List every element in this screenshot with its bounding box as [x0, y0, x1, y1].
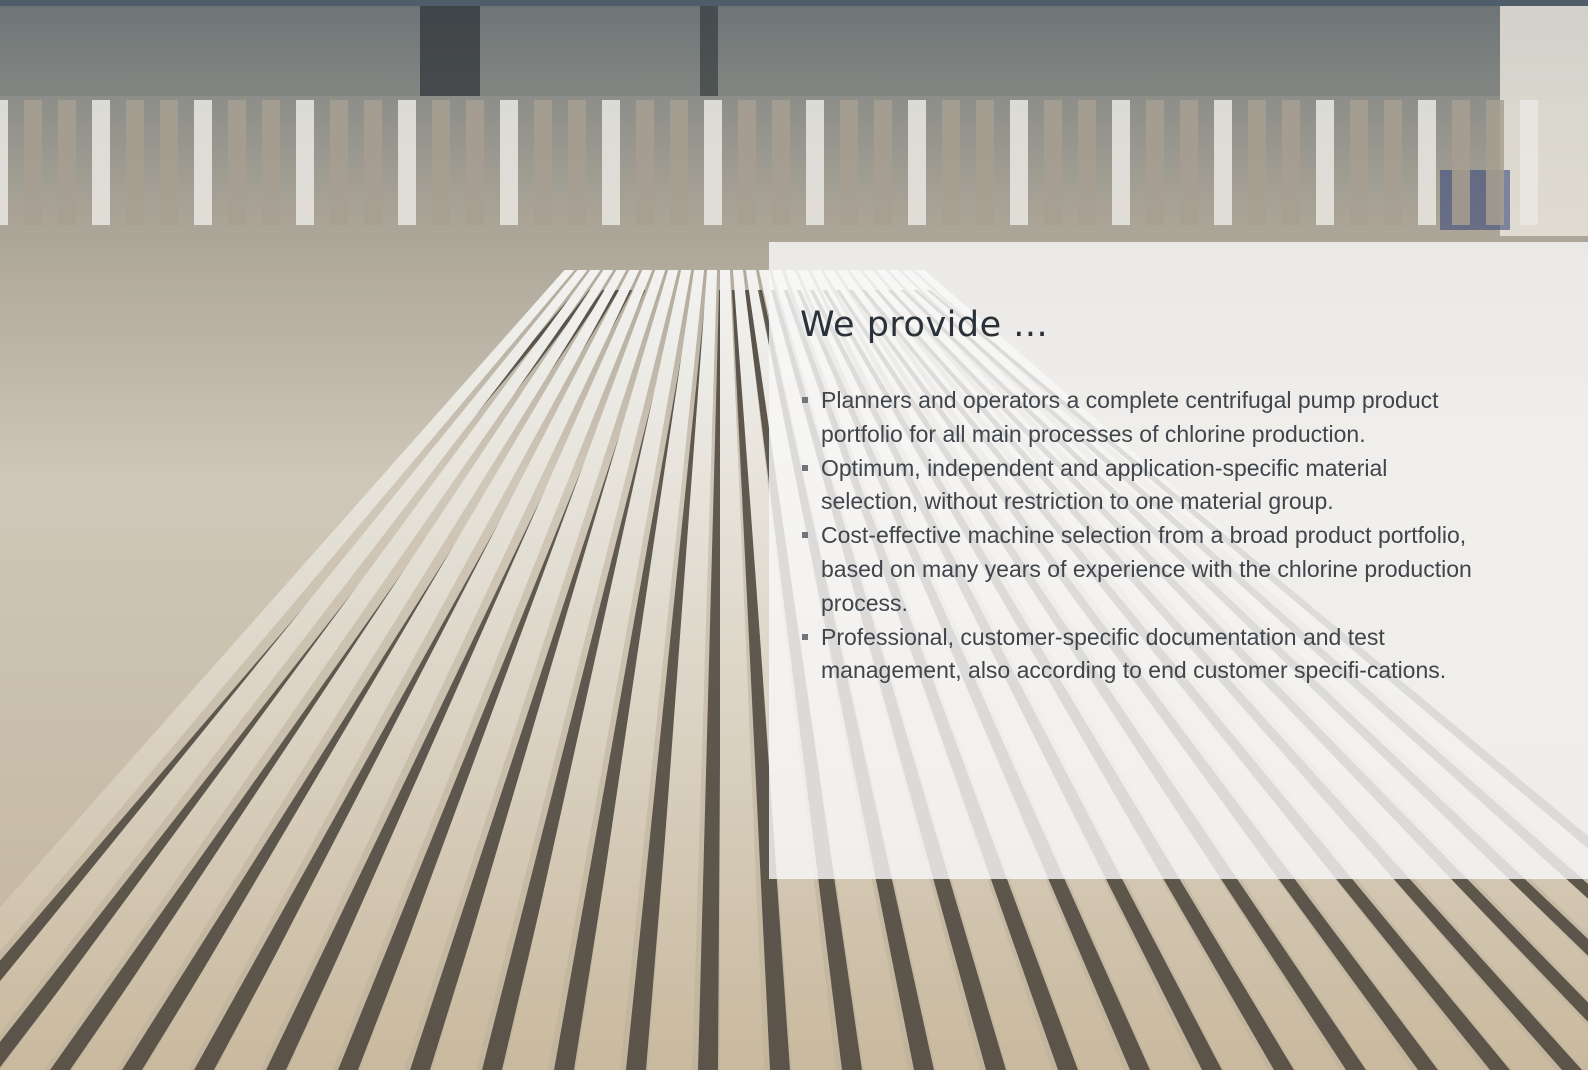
square-bullet-icon [802, 633, 808, 640]
panel-title: We provide ... [800, 305, 1049, 345]
far-cell-frame [534, 100, 552, 225]
far-cell-frame [1044, 100, 1062, 225]
far-cell-frame [738, 100, 756, 225]
square-bullet-icon [802, 464, 808, 471]
list-item: Professional, customer-specific document… [800, 621, 1488, 689]
far-cell-frame [500, 100, 518, 225]
list-item: Optimum, independent and application-spe… [800, 452, 1488, 520]
far-cell-frame [1214, 100, 1232, 225]
far-cell-frame [704, 100, 722, 225]
far-cell-frame [92, 100, 110, 225]
list-item-text: Planners and operators a complete centri… [821, 387, 1439, 447]
far-cell-frame [1316, 100, 1334, 225]
far-cell-frame [670, 100, 688, 225]
far-cell-frame [1010, 100, 1028, 225]
far-cell-frame [262, 100, 280, 225]
far-cell-frame [1350, 100, 1368, 225]
list-item: Cost-effective machine selection from a … [800, 519, 1488, 620]
far-cell-frame [228, 100, 246, 225]
far-cell-frame [466, 100, 484, 225]
far-cell-frame [1282, 100, 1300, 225]
far-cell-frame [602, 100, 620, 225]
far-cell-frame [432, 100, 450, 225]
far-cell-frame [976, 100, 994, 225]
far-cell-frame [942, 100, 960, 225]
list-item-text: Optimum, independent and application-spe… [821, 454, 1388, 515]
far-cell-frame [1418, 100, 1436, 225]
far-cell-frame [160, 100, 178, 225]
top-bar [0, 0, 1588, 6]
far-cell-frame [126, 100, 144, 225]
far-cell-frame [636, 100, 654, 225]
far-cell-frame [398, 100, 416, 225]
far-cell-frame [1180, 100, 1198, 225]
square-bullet-icon [802, 532, 808, 539]
far-cell-frame [806, 100, 824, 225]
far-cell-frame [908, 100, 926, 225]
far-cell-frame [296, 100, 314, 225]
bullet-list: Planners and operators a complete centri… [800, 384, 1488, 688]
far-cell-frame [1078, 100, 1096, 225]
far-cell-frame [1146, 100, 1164, 225]
square-bullet-icon [802, 397, 808, 403]
far-cell-frame [874, 100, 892, 225]
list-item: Planners and operators a complete centri… [800, 384, 1488, 452]
far-cell-frame [0, 100, 8, 225]
far-cell-frame [330, 100, 348, 225]
far-cell-frame [772, 100, 790, 225]
far-cell-frame [1452, 100, 1470, 225]
far-cell-frame [194, 100, 212, 225]
far-cell-frame [1486, 100, 1504, 225]
far-cell-frame [840, 100, 858, 225]
far-cell-frame [58, 100, 76, 225]
far-cell-frame [24, 100, 42, 225]
far-cell-frame [568, 100, 586, 225]
list-item-text: Cost-effective machine selection from a … [821, 522, 1472, 616]
list-item-text: Professional, customer-specific document… [821, 623, 1447, 684]
far-cell-frame [1248, 100, 1266, 225]
far-cell-frame [1520, 100, 1538, 225]
text-panel: We provide ... Planners and operators a … [769, 242, 1588, 879]
far-cell-frame [1112, 100, 1130, 225]
far-cell-frame [1384, 100, 1402, 225]
far-cell-frame [364, 100, 382, 225]
